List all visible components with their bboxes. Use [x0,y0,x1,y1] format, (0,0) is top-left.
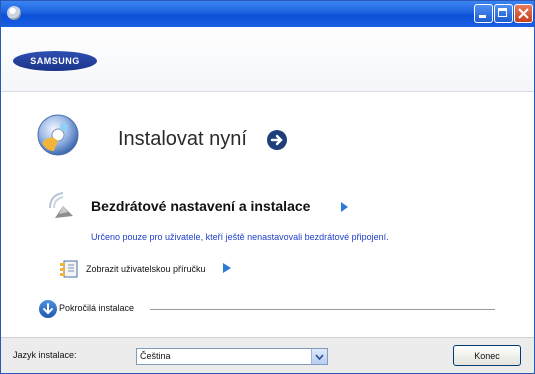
chevron-down-icon [315,354,324,360]
advanced-expand-icon[interactable] [39,300,57,318]
wireless-note: Určeno pouze pro uživatele, kteří ještě … [91,232,389,242]
wireless-setup-link[interactable]: Bezdrátové nastavení a instalace [91,198,310,214]
wireless-arrow-icon[interactable] [341,202,348,212]
language-select[interactable]: Čeština [136,348,328,365]
arrow-right-icon [270,134,283,146]
minimize-button[interactable] [474,4,493,23]
user-manual-link[interactable]: Zobrazit uživatelskou příručku [86,264,206,274]
language-label: Jazyk instalace: [13,350,77,360]
dropdown-button[interactable] [311,349,327,364]
go-arrow-icon[interactable] [267,130,287,150]
maximize-button[interactable] [494,4,513,23]
title-bar [1,1,534,27]
manual-arrow-icon[interactable] [223,263,231,273]
wireless-antenna-icon[interactable] [47,190,81,220]
close-button[interactable] [514,4,533,23]
close-icon [518,8,529,19]
install-disc-icon[interactable] [36,113,80,157]
finish-button[interactable]: Konec [453,345,521,366]
install-now-link[interactable]: Instalovat nyní [118,128,247,151]
advanced-install-link[interactable]: Pokročilá instalace [59,303,134,313]
manual-book-icon[interactable] [59,260,79,278]
app-cd-icon [7,6,21,20]
header-strip: SAMSUNG [1,27,534,92]
samsung-logo: SAMSUNG [13,51,97,71]
section-divider [150,309,495,310]
language-value: Čeština [140,351,171,361]
chevron-down-icon [43,303,53,315]
installer-window: SAMSUNG Instalovat nyní Bezdrátové nasta… [0,0,535,374]
